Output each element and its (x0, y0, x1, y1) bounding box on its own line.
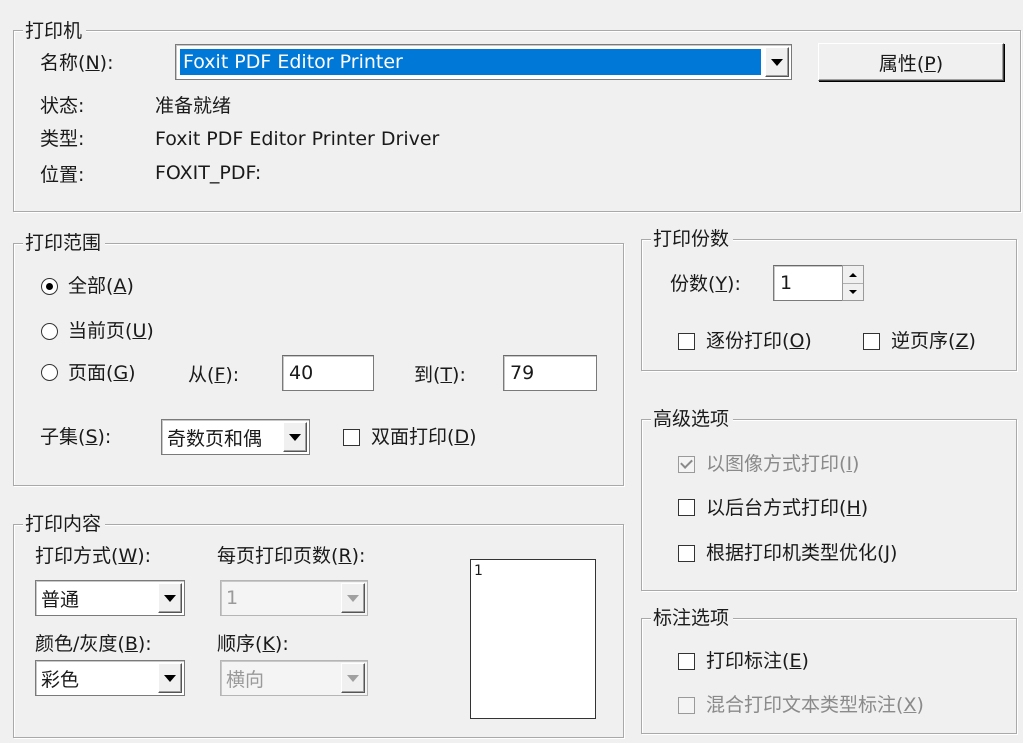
annotations-group-title: 标注选项 (651, 607, 734, 629)
chevron-down-icon (289, 433, 301, 441)
print-content-group-title: 打印内容 (23, 513, 106, 535)
chevron-down-icon (347, 594, 359, 602)
print-mode-dropdown-button[interactable] (158, 583, 182, 613)
chevron-down-icon (347, 674, 359, 682)
advanced-group-title: 高级选项 (651, 408, 734, 430)
chevron-down-icon (164, 674, 176, 682)
type-label: 类型: (40, 128, 85, 150)
properties-button-label: 属性(P) (878, 52, 944, 75)
print-range-group-title: 打印范围 (23, 232, 106, 254)
type-value: Foxit PDF Editor Printer Driver (155, 128, 440, 150)
arrow-down-icon (849, 289, 857, 294)
pages-per-sheet-select[interactable]: 1 (220, 580, 368, 616)
subset-select-value: 奇数页和偶 (167, 427, 263, 450)
color-select[interactable]: 彩色 (35, 660, 185, 696)
to-label: 到(T): (414, 364, 466, 386)
status-label: 状态: (40, 95, 85, 117)
printer-select[interactable]: Foxit PDF Editor Printer (175, 44, 792, 80)
pages-per-sheet-label: 每页打印页数(R): (217, 545, 366, 567)
print-as-image-label[interactable]: 以图像方式打印(I) (706, 452, 859, 476)
arrow-up-icon (849, 272, 857, 277)
duplex-checkbox[interactable] (343, 429, 360, 446)
background-print-checkbox[interactable] (678, 499, 695, 516)
pages-per-sheet-dropdown-button[interactable] (341, 583, 365, 613)
order-dropdown-button[interactable] (341, 663, 365, 693)
mixed-text-annotations-checkbox[interactable] (678, 697, 695, 714)
pages-per-sheet-value: 1 (226, 587, 239, 609)
order-label: 顺序(K): (217, 633, 289, 655)
page-preview: 1 (470, 559, 596, 719)
copies-input[interactable]: 1 (773, 265, 843, 301)
copies-label: 份数(Y): (670, 273, 741, 295)
range-all-label[interactable]: 全部(A) (68, 274, 134, 298)
print-annotations-label[interactable]: 打印标注(E) (706, 649, 809, 673)
print-mode-value: 普通 (41, 588, 80, 611)
reverse-order-label[interactable]: 逆页序(Z) (891, 329, 976, 353)
printer-group-title: 打印机 (23, 20, 87, 42)
properties-button[interactable]: 属性(P) (818, 43, 1004, 81)
print-mode-select[interactable]: 普通 (35, 580, 185, 616)
range-pages-radio[interactable] (41, 364, 58, 381)
copies-decrement[interactable] (843, 283, 863, 300)
subset-select[interactable]: 奇数页和偶 (161, 419, 310, 455)
printer-select-value: Foxit PDF Editor Printer (183, 51, 403, 73)
chevron-down-icon (771, 58, 783, 66)
order-value: 横向 (226, 668, 265, 691)
location-value: FOXIT_PDF: (155, 162, 262, 184)
to-page-input[interactable]: 79 (503, 355, 597, 391)
collate-label[interactable]: 逐份打印(O) (706, 329, 812, 353)
order-select[interactable]: 横向 (220, 660, 368, 696)
optimize-printer-label[interactable]: 根据打印机类型优化(J) (706, 541, 897, 565)
color-value: 彩色 (41, 668, 80, 691)
mixed-text-annotations-label[interactable]: 混合打印文本类型标注(X) (706, 693, 924, 717)
reverse-order-checkbox[interactable] (863, 333, 880, 350)
printer-name-label: 名称(N): (40, 52, 114, 74)
color-label: 颜色/灰度(B): (35, 633, 152, 655)
printer-select-dropdown-button[interactable] (765, 47, 789, 77)
copies-spinner[interactable] (842, 265, 864, 301)
subset-label: 子集(S): (40, 426, 112, 448)
from-label: 从(F): (188, 364, 240, 386)
background-print-label[interactable]: 以后台方式打印(H) (706, 496, 868, 520)
range-current-label[interactable]: 当前页(U) (68, 319, 154, 343)
range-all-radio[interactable] (41, 278, 58, 295)
optimize-printer-checkbox[interactable] (678, 545, 695, 562)
duplex-label[interactable]: 双面打印(D) (371, 425, 477, 449)
print-annotations-checkbox[interactable] (678, 653, 695, 670)
range-current-radio[interactable] (41, 323, 58, 340)
location-label: 位置: (40, 164, 85, 186)
subset-dropdown-button[interactable] (283, 422, 307, 452)
from-page-input[interactable]: 40 (282, 355, 374, 391)
copies-group-title: 打印份数 (651, 228, 734, 250)
collate-checkbox[interactable] (678, 333, 695, 350)
status-value: 准备就绪 (155, 95, 232, 117)
color-dropdown-button[interactable] (158, 663, 182, 693)
print-mode-label: 打印方式(W): (35, 545, 152, 567)
page-preview-number: 1 (474, 563, 483, 579)
range-pages-label[interactable]: 页面(G) (68, 361, 136, 385)
chevron-down-icon (164, 594, 176, 602)
copies-increment[interactable] (843, 266, 863, 284)
print-as-image-checkbox[interactable] (678, 456, 695, 473)
